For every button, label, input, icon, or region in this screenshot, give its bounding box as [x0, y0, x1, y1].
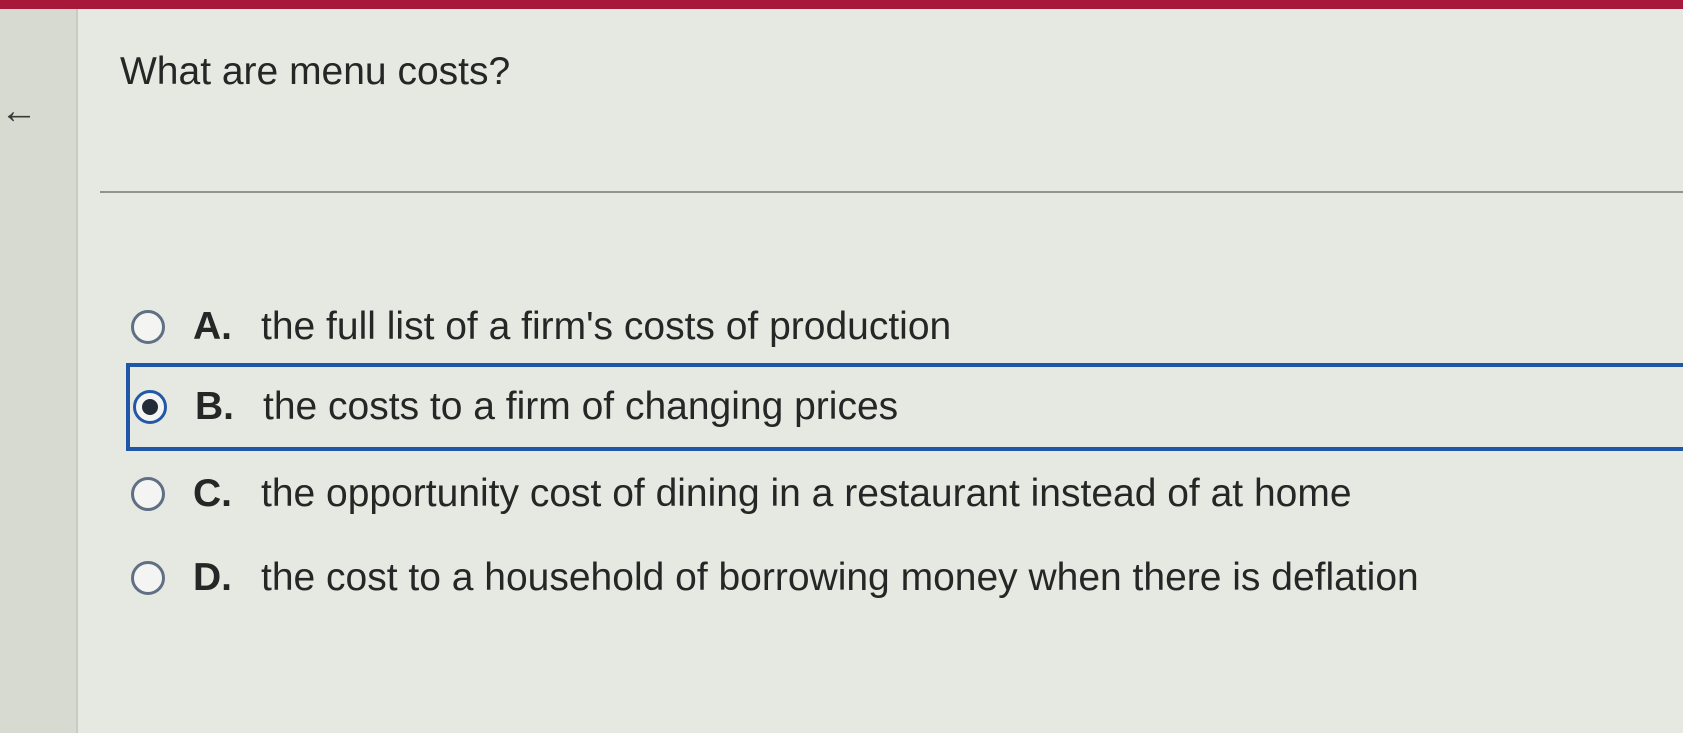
option-b[interactable]: B. the costs to a firm of changing price… — [126, 363, 1683, 451]
header-bar — [0, 0, 1683, 9]
option-text: the opportunity cost of dining in a rest… — [261, 472, 1352, 515]
radio-button-d[interactable] — [131, 561, 165, 595]
option-letter: A. — [193, 305, 232, 348]
option-letter: C. — [193, 472, 232, 515]
back-arrow-icon[interactable]: ← — [0, 91, 30, 131]
option-letter: D. — [193, 556, 232, 599]
divider — [100, 191, 1683, 193]
option-text: the costs to a firm of changing prices — [263, 385, 899, 428]
option-text: the cost to a household of borrowing mon… — [261, 556, 1419, 599]
left-sidebar: ← — [0, 9, 78, 733]
option-c[interactable]: C. the opportunity cost of dining in a r… — [124, 457, 1683, 531]
option-a[interactable]: A. the full list of a firm's costs of pr… — [124, 290, 1683, 364]
radio-button-b[interactable] — [133, 390, 167, 424]
question-text: What are menu costs? — [120, 50, 511, 93]
option-letter: B. — [195, 385, 234, 428]
option-d[interactable]: D. the cost to a household of borrowing … — [124, 541, 1683, 615]
radio-button-c[interactable] — [131, 477, 165, 511]
radio-selected-dot — [142, 399, 158, 415]
radio-button-a[interactable] — [131, 310, 165, 344]
option-text: the full list of a firm's costs of produ… — [261, 305, 952, 348]
